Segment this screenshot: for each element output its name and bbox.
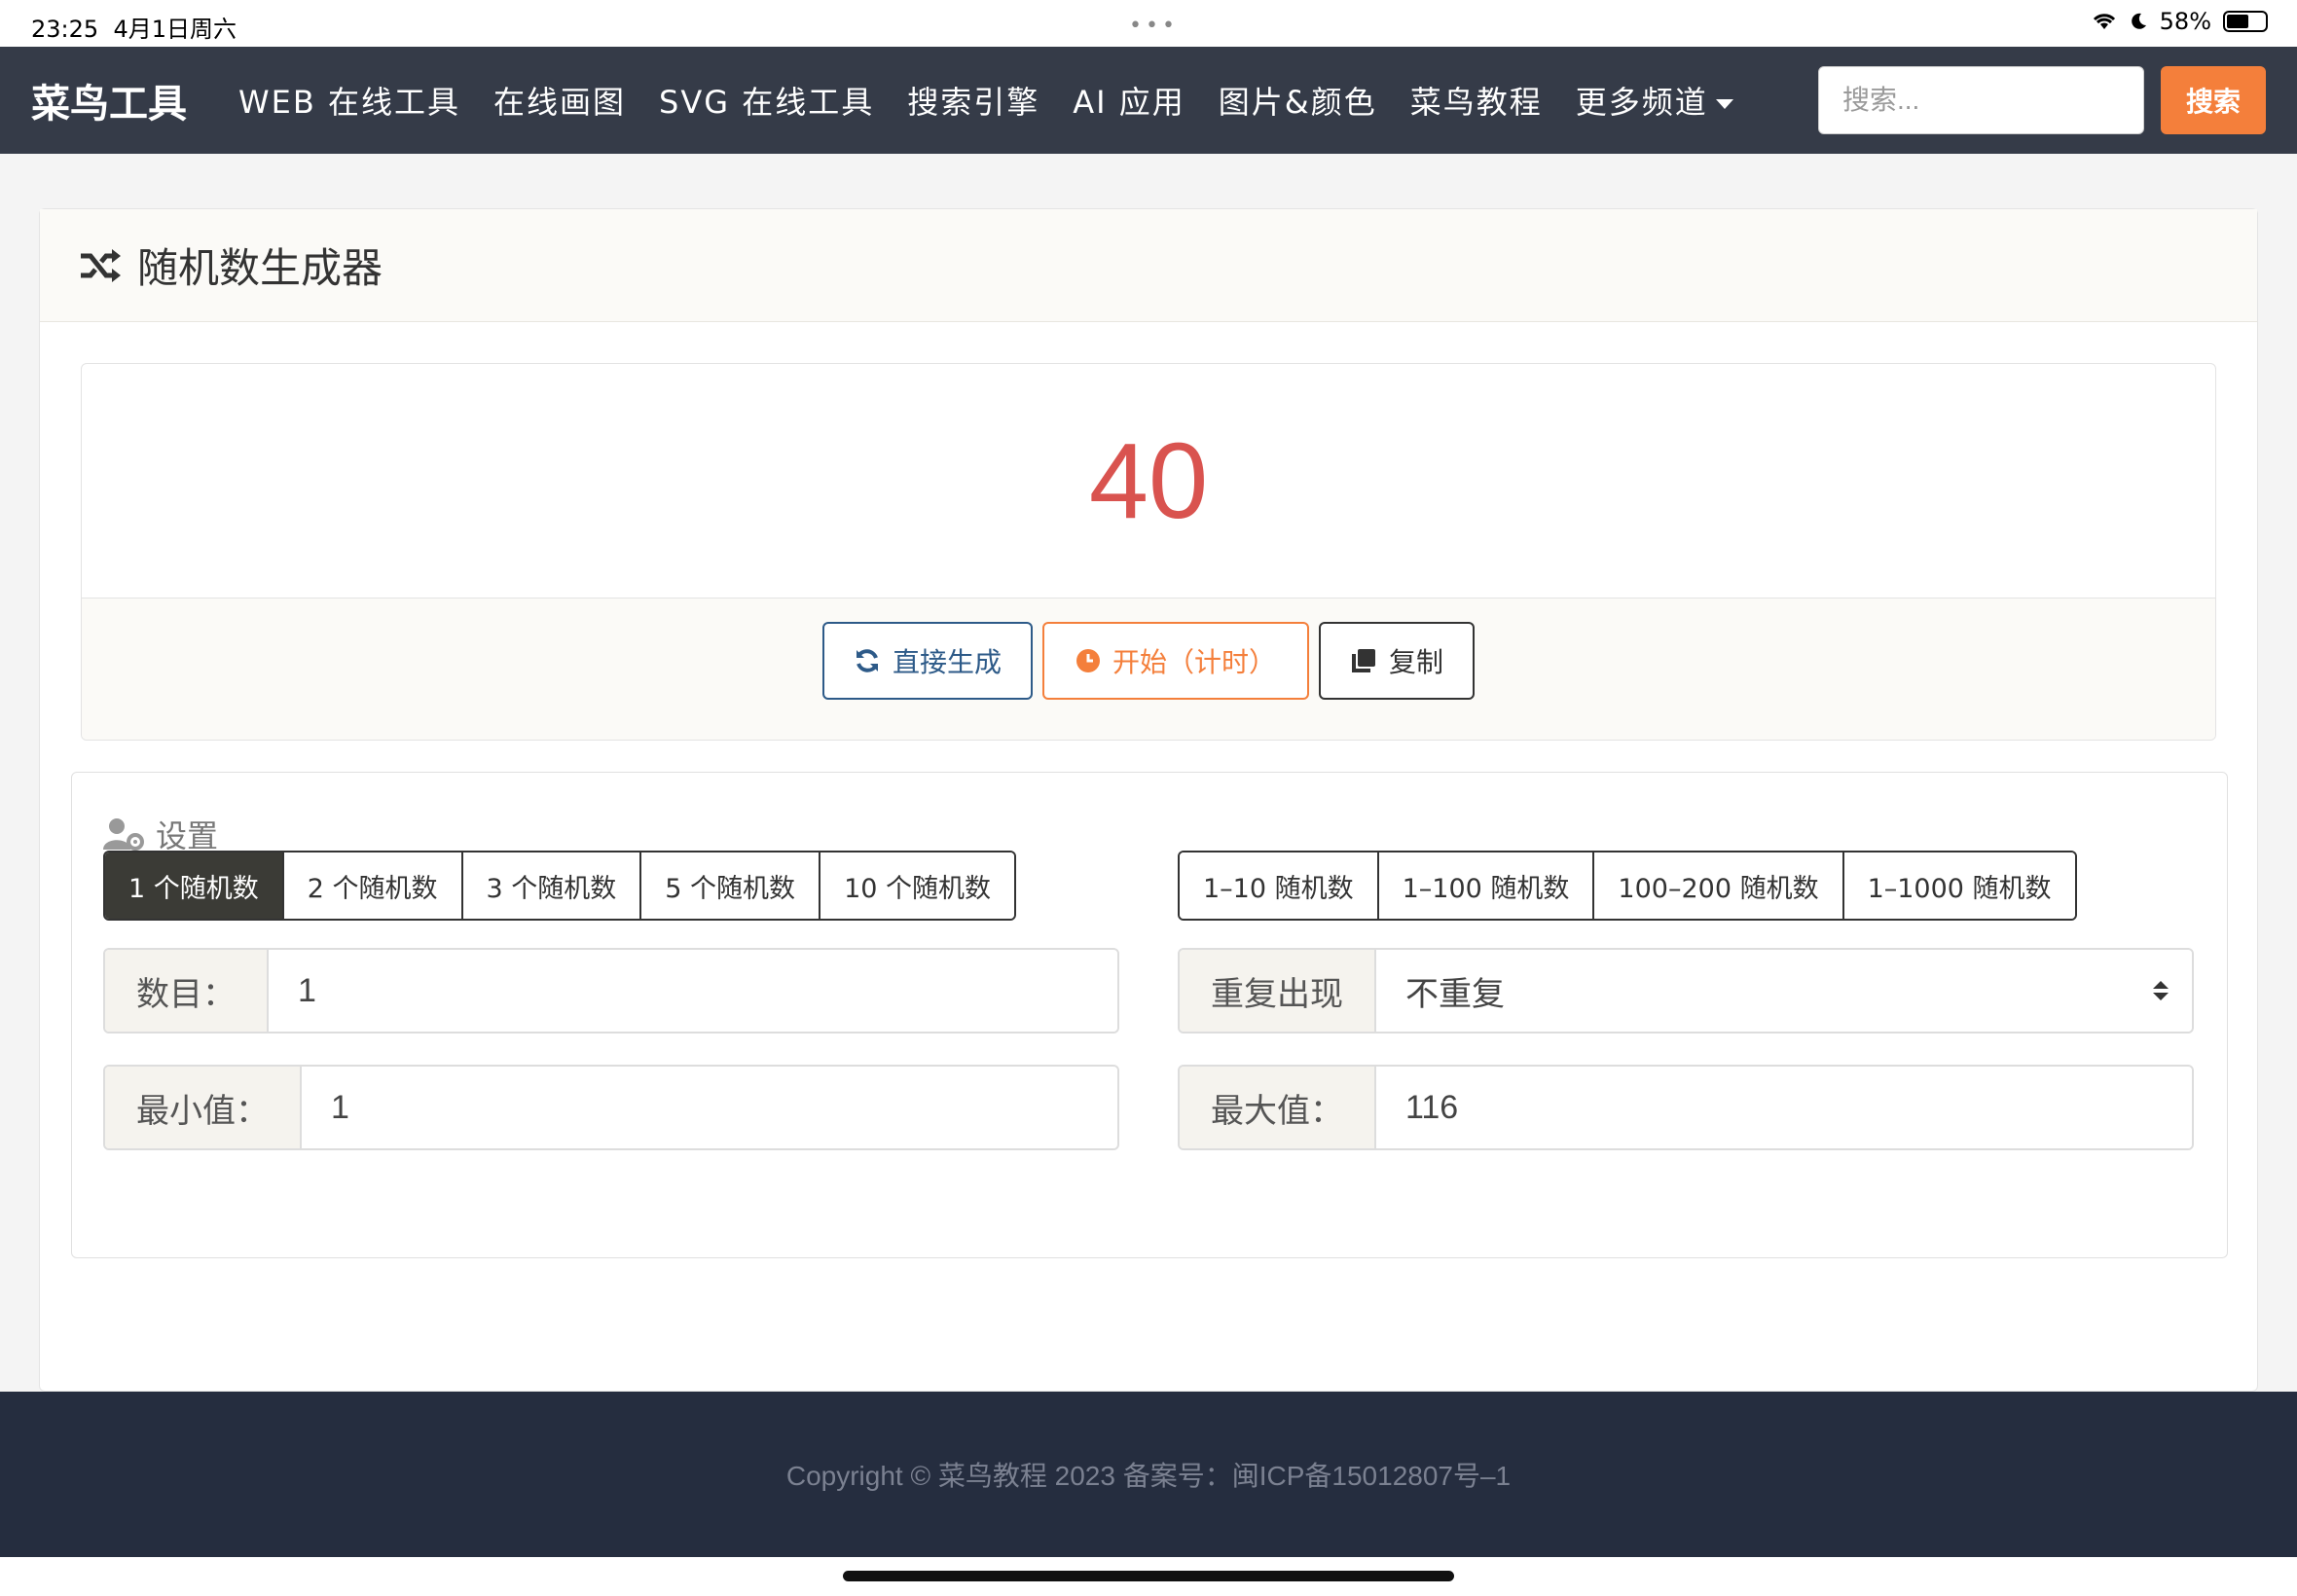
copyright-text: Copyright © 菜鸟教程 2023 备案号：闽ICP备15012807号… <box>785 1461 1512 1491</box>
nav-item-images-colors[interactable]: 图片&颜色 <box>1202 78 1394 123</box>
settings-panel: 设置 1 个随机数 2 个随机数 3 个随机数 5 个随机数 10 个随机数 1… <box>71 772 2228 1258</box>
nav-item-search-engines[interactable]: 搜索引擎 <box>891 78 1056 123</box>
nav-item-drawing[interactable]: 在线画图 <box>477 78 642 123</box>
search-input[interactable] <box>1818 66 2144 134</box>
wifi-icon <box>2093 14 2115 29</box>
start-timer-button[interactable]: 开始（计时） <box>1042 622 1309 700</box>
preset-10-numbers[interactable]: 10 个随机数 <box>820 852 1015 919</box>
preset-3-numbers[interactable]: 3 个随机数 <box>462 852 642 919</box>
copy-button[interactable]: 复制 <box>1319 622 1475 700</box>
repeat-select[interactable]: 不重复 <box>1376 950 2192 1032</box>
count-label: 数目： <box>105 950 269 1032</box>
status-bar: 23:25 4月1日周六 ••• 58% <box>0 0 2297 47</box>
max-input[interactable]: 116 <box>1376 1067 2192 1148</box>
select-arrows-icon <box>2153 981 2169 1000</box>
nav-item-ai-apps[interactable]: AI 应用 <box>1056 78 1202 123</box>
generate-button[interactable]: 直接生成 <box>822 622 1033 700</box>
count-field-group: 数目： 1 <box>103 948 1119 1034</box>
nav-item-web-tools[interactable]: WEB 在线工具 <box>222 78 477 123</box>
min-label: 最小值： <box>105 1067 302 1148</box>
count-input[interactable]: 1 <box>269 950 1117 1032</box>
top-navbar: 菜鸟工具 WEB 在线工具 在线画图 SVG 在线工具 搜索引擎 AI 应用 图… <box>0 47 2297 154</box>
random-result: 40 <box>1088 420 1209 541</box>
count-preset-group: 1 个随机数 2 个随机数 3 个随机数 5 个随机数 10 个随机数 <box>103 851 1017 921</box>
battery-percent: 58% <box>2159 8 2211 35</box>
moon-icon <box>2131 13 2146 29</box>
range-1-10[interactable]: 1–10 随机数 <box>1180 852 1379 919</box>
nav-item-more-channels[interactable]: 更多频道 <box>1559 78 1750 123</box>
nav-menu: WEB 在线工具 在线画图 SVG 在线工具 搜索引擎 AI 应用 图片&颜色 … <box>222 78 1750 123</box>
start-timer-button-label: 开始（计时） <box>1112 646 1276 678</box>
min-input[interactable]: 1 <box>302 1067 1117 1148</box>
status-icons: 58% <box>2092 8 2268 35</box>
nav-item-tutorials[interactable]: 菜鸟教程 <box>1394 78 1559 123</box>
generate-button-label: 直接生成 <box>893 646 1003 678</box>
result-panel: 40 直接生成 开始（计时） 复制 <box>81 363 2216 741</box>
range-1-1000[interactable]: 1–1000 随机数 <box>1843 852 2075 919</box>
copy-icon <box>1352 649 1375 672</box>
card-header: 随机数生成器 <box>40 209 2257 322</box>
max-field-group: 最大值： 116 <box>1178 1065 2194 1150</box>
clock-icon <box>1076 649 1100 672</box>
status-time: 23:25 4月1日周六 <box>31 16 237 43</box>
nav-item-svg-tools[interactable]: SVG 在线工具 <box>642 78 891 123</box>
caret-down-icon <box>1715 99 1733 109</box>
search-button[interactable]: 搜索 <box>2161 66 2266 134</box>
footer: Copyright © 菜鸟教程 2023 备案号：闽ICP备15012807号… <box>0 1392 2297 1557</box>
preset-2-numbers[interactable]: 2 个随机数 <box>283 852 463 919</box>
range-preset-group: 1–10 随机数 1–100 随机数 100–200 随机数 1–1000 随机… <box>1178 851 2077 921</box>
range-100-200[interactable]: 100–200 随机数 <box>1594 852 1844 919</box>
user-cog-icon <box>103 818 144 851</box>
multitask-dots[interactable]: ••• <box>1129 14 1179 38</box>
preset-1-number[interactable]: 1 个随机数 <box>105 852 284 919</box>
refresh-icon <box>857 649 878 672</box>
result-actions: 直接生成 开始（计时） 复制 <box>82 598 2215 740</box>
home-indicator[interactable] <box>843 1571 1454 1581</box>
repeat-field-group: 重复出现 不重复 <box>1178 948 2194 1034</box>
shuffle-icon <box>81 248 121 282</box>
battery-icon <box>2223 11 2268 32</box>
preset-5-numbers[interactable]: 5 个随机数 <box>641 852 821 919</box>
main-card: 随机数生成器 40 直接生成 开始（计时） 复制 设置 1 个随机数 2 个随机… <box>39 208 2258 1392</box>
min-field-group: 最小值： 1 <box>103 1065 1119 1150</box>
range-1-100[interactable]: 1–100 随机数 <box>1378 852 1595 919</box>
copy-button-label: 复制 <box>1389 646 1444 678</box>
repeat-label: 重复出现 <box>1180 950 1376 1032</box>
page-title: 随机数生成器 <box>137 244 383 292</box>
brand-logo[interactable]: 菜鸟工具 <box>31 72 187 128</box>
max-label: 最大值： <box>1180 1067 1376 1148</box>
